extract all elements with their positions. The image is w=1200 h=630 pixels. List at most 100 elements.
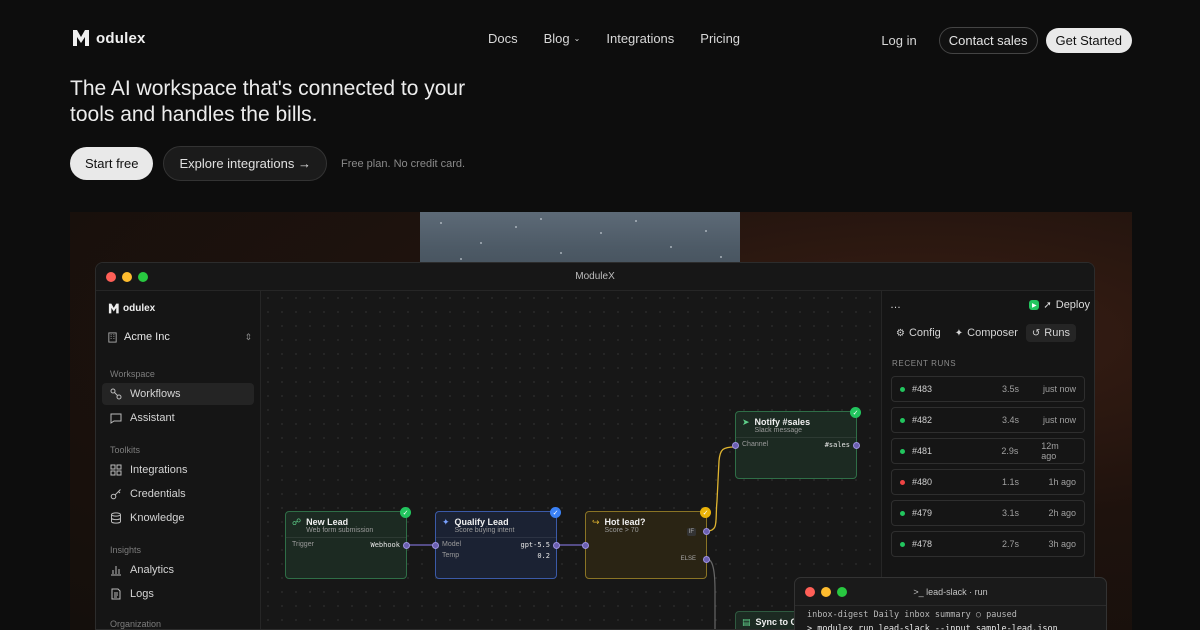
tab-label: Config: [908, 327, 941, 339]
run-id: #481: [911, 446, 932, 456]
output-port[interactable]: [403, 542, 410, 549]
modulex-logo-icon: [72, 28, 94, 48]
sidebar-item-assistant[interactable]: Assistant: [102, 407, 254, 429]
start-free-button[interactable]: Start free: [70, 147, 154, 180]
node-heading: Notify #sales Slack message: [755, 417, 811, 434]
node-header: ✦ Qualify Lead Score buying intent: [436, 512, 556, 538]
node-heading: Qualify Lead Score buying intent: [455, 517, 515, 534]
sparkle-icon: ✦: [954, 327, 964, 339]
run-row[interactable]: #482 3.4s just now: [891, 407, 1085, 433]
get-started-button[interactable]: Get Started: [1045, 28, 1132, 53]
run-row[interactable]: #480 1.1s 1h ago: [891, 469, 1085, 495]
sidebar-item-label: Workflows: [130, 388, 181, 400]
sidebar-item-label: Knowledge: [130, 512, 185, 524]
status-dot: [900, 541, 905, 547]
primary-links: Docs Blog ⌄ Integrations Pricing: [488, 31, 740, 46]
node-title: Notify #sales: [754, 417, 811, 427]
terminal-window[interactable]: >_ lead-slack · run inbox-digest Daily i…: [794, 577, 1107, 630]
input-port[interactable]: [432, 542, 439, 549]
panel-tabs: ⚙ Config ✦ Composer ↺ Runs: [890, 324, 1090, 342]
success-check-icon: ✓: [850, 407, 861, 418]
sidebar-item-label: Credentials: [130, 488, 186, 500]
node-header: ☍ New Lead Web form submission: [286, 512, 406, 538]
success-check-icon: ✓: [550, 507, 561, 518]
node-qualify-lead[interactable]: ✦ Qualify Lead Score buying intent Model g…: [432, 507, 561, 579]
run-duration: 1.1s: [1002, 477, 1020, 487]
node-new-lead[interactable]: ☍ New Lead Web form submission Trigger Web…: [285, 507, 411, 579]
gear-icon: ⚙: [896, 327, 905, 339]
nav-link-blog[interactable]: Blog ⌄: [544, 31, 581, 46]
run-row[interactable]: #479 3.1s 2h ago: [891, 500, 1085, 526]
field-value: #sales: [824, 441, 850, 449]
run-row[interactable]: #481 2.9s 12m ago: [891, 438, 1085, 464]
status-dot: [900, 510, 905, 516]
node-notify-sales[interactable]: ➤ Notify #sales Slack message Channel #sal…: [732, 407, 861, 479]
more-options-button[interactable]: …: [890, 299, 901, 311]
run-duration: 3.4s: [1002, 415, 1020, 425]
contact-sales-button[interactable]: Contact sales: [938, 27, 1038, 54]
run-row[interactable]: #478 2.7s 3h ago: [891, 531, 1085, 557]
brand-logo[interactable]: odulex: [72, 28, 146, 48]
output-port[interactable]: [853, 442, 860, 449]
sidebar-logo[interactable]: odulex: [108, 303, 155, 314]
nav-actions: Log in Contact sales Get Started: [881, 27, 1132, 54]
run-row[interactable]: #483 3.5s just now: [891, 376, 1085, 402]
field-key: Temp: [442, 552, 460, 559]
org-switcher[interactable]: Acme Inc ⇕: [106, 331, 252, 343]
nav-link-integrations[interactable]: Integrations: [606, 31, 674, 46]
node-hot-lead[interactable]: ↪ Hot lead? Score > 70 IF ELSE ✓: [582, 507, 711, 579]
sidebar-item-credentials[interactable]: Credentials: [102, 483, 254, 505]
deploy-button[interactable]: ▶ ➚ Deploy: [1029, 299, 1090, 311]
nav-link-blog-label: Blog: [543, 31, 570, 46]
node-field: Temp 0.2: [436, 552, 556, 563]
node-title: Qualify Lead: [454, 517, 509, 527]
field-key: Model: [442, 541, 462, 548]
tab-composer[interactable]: ✦ Composer: [949, 324, 1024, 342]
input-port[interactable]: [732, 442, 739, 449]
node-subtitle: Score buying intent: [454, 527, 515, 534]
branch-icon: ↪: [592, 517, 600, 527]
chevron-down-icon: ⌄: [573, 34, 581, 43]
run-duration: 2.9s: [1001, 446, 1019, 456]
terminal-titlebar: >_ lead-slack · run: [795, 578, 1106, 606]
nav-link-pricing[interactable]: Pricing: [700, 31, 740, 46]
run-duration: 3.1s: [1002, 508, 1020, 518]
history-icon: ↺: [1031, 327, 1041, 339]
sidebar-item-integrations[interactable]: Integrations: [102, 459, 254, 481]
building-icon: [106, 331, 118, 343]
play-icon: ▶: [1029, 300, 1040, 310]
sidebar-item-logs[interactable]: Logs: [102, 583, 254, 605]
success-check-icon: ✓: [700, 507, 711, 518]
node-header: ➤ Notify #sales Slack message: [736, 412, 856, 438]
send-icon: ➤: [742, 417, 750, 427]
input-port[interactable]: [582, 542, 589, 549]
workflow-canvas[interactable]: ☍ New Lead Web form submission Trigger Web…: [261, 291, 881, 629]
panel-toolbar: … ▶ ➚ Deploy: [890, 299, 1090, 311]
run-id: #479: [912, 508, 933, 518]
else-output-port[interactable]: [703, 556, 710, 563]
sidebar-item-label: Logs: [130, 588, 154, 600]
login-link[interactable]: Log in: [881, 33, 930, 48]
section-insights: Insights: [110, 545, 142, 555]
app-window: ModuleX odulex Acme Inc ⇕ Workspace Work…: [95, 262, 1095, 630]
run-duration: 2.7s: [1002, 539, 1020, 549]
output-port[interactable]: [553, 542, 560, 549]
sparkle-icon: ✦: [442, 517, 450, 527]
run-time: 2h ago: [1048, 508, 1076, 518]
tab-config[interactable]: ⚙ Config: [890, 324, 947, 342]
sidebar-item-workflows[interactable]: Workflows: [102, 383, 254, 405]
tab-runs[interactable]: ↺ Runs: [1025, 324, 1076, 342]
explore-integrations-button[interactable]: Explore integrations →: [163, 146, 327, 181]
nav-link-docs[interactable]: Docs: [488, 31, 518, 46]
brand-name: odulex: [96, 29, 146, 47]
hero-title: The AI workspace that's connected to you…: [70, 77, 466, 126]
sidebar-item-knowledge[interactable]: Knowledge: [102, 507, 254, 529]
if-output-port[interactable]: [703, 528, 710, 535]
deploy-label: Deploy: [1055, 299, 1090, 311]
run-id: #480: [912, 477, 933, 487]
section-workspace: Workspace: [110, 369, 155, 379]
node-title: New Lead: [306, 517, 349, 527]
field-value: Webhook: [370, 541, 400, 549]
modulex-logo-icon: [108, 303, 119, 314]
sidebar-item-analytics[interactable]: Analytics: [102, 559, 254, 581]
